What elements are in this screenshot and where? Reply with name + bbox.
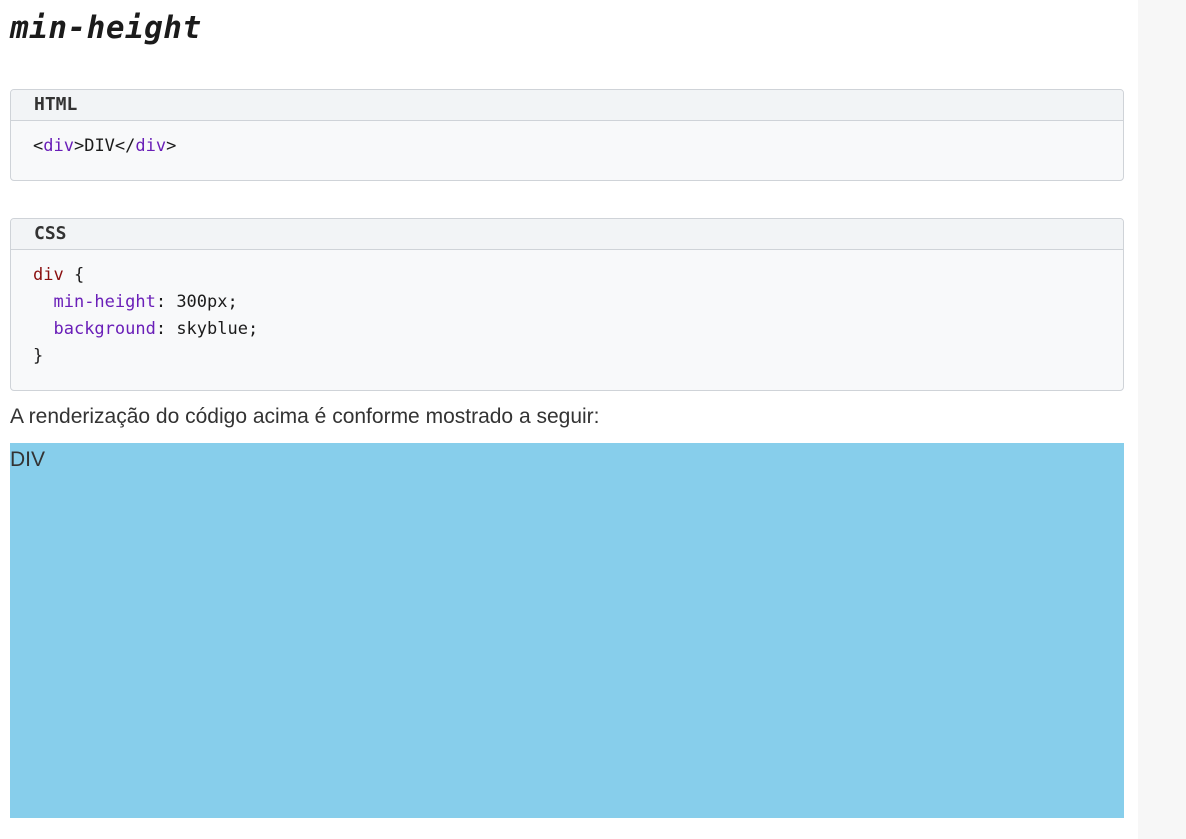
html-open-bracket: < — [33, 136, 44, 156]
css-value: : skyblue; — [155, 319, 259, 339]
css-code: div { min-height: 300px; background: sky… — [11, 250, 1123, 370]
html-tag-open: div — [43, 136, 74, 156]
css-code-block: CSS div { min-height: 300px; background:… — [10, 218, 1124, 391]
html-tag-close: div — [135, 136, 167, 156]
css-close-brace: } — [33, 346, 44, 366]
css-property: background — [53, 319, 156, 339]
html-code: <div>DIV</div> — [11, 121, 1123, 160]
render-caption: A renderização do código acima é conform… — [10, 405, 600, 428]
rendered-div-preview: DIV — [10, 443, 1124, 818]
css-open-brace: { — [63, 265, 85, 285]
css-code-label: CSS — [11, 219, 1123, 250]
css-value: : 300px; — [155, 292, 238, 312]
css-selector: div — [33, 265, 64, 285]
css-property: min-height — [53, 292, 156, 312]
page-heading: min-height — [10, 10, 202, 46]
html-close-bracket: > — [166, 136, 177, 156]
rendered-div-text: DIV — [10, 448, 46, 471]
html-code-block: HTML <div>DIV</div> — [10, 89, 1124, 181]
html-code-label: HTML — [11, 90, 1123, 121]
html-middle: >DIV</ — [73, 136, 136, 156]
right-sidebar — [1138, 0, 1186, 839]
